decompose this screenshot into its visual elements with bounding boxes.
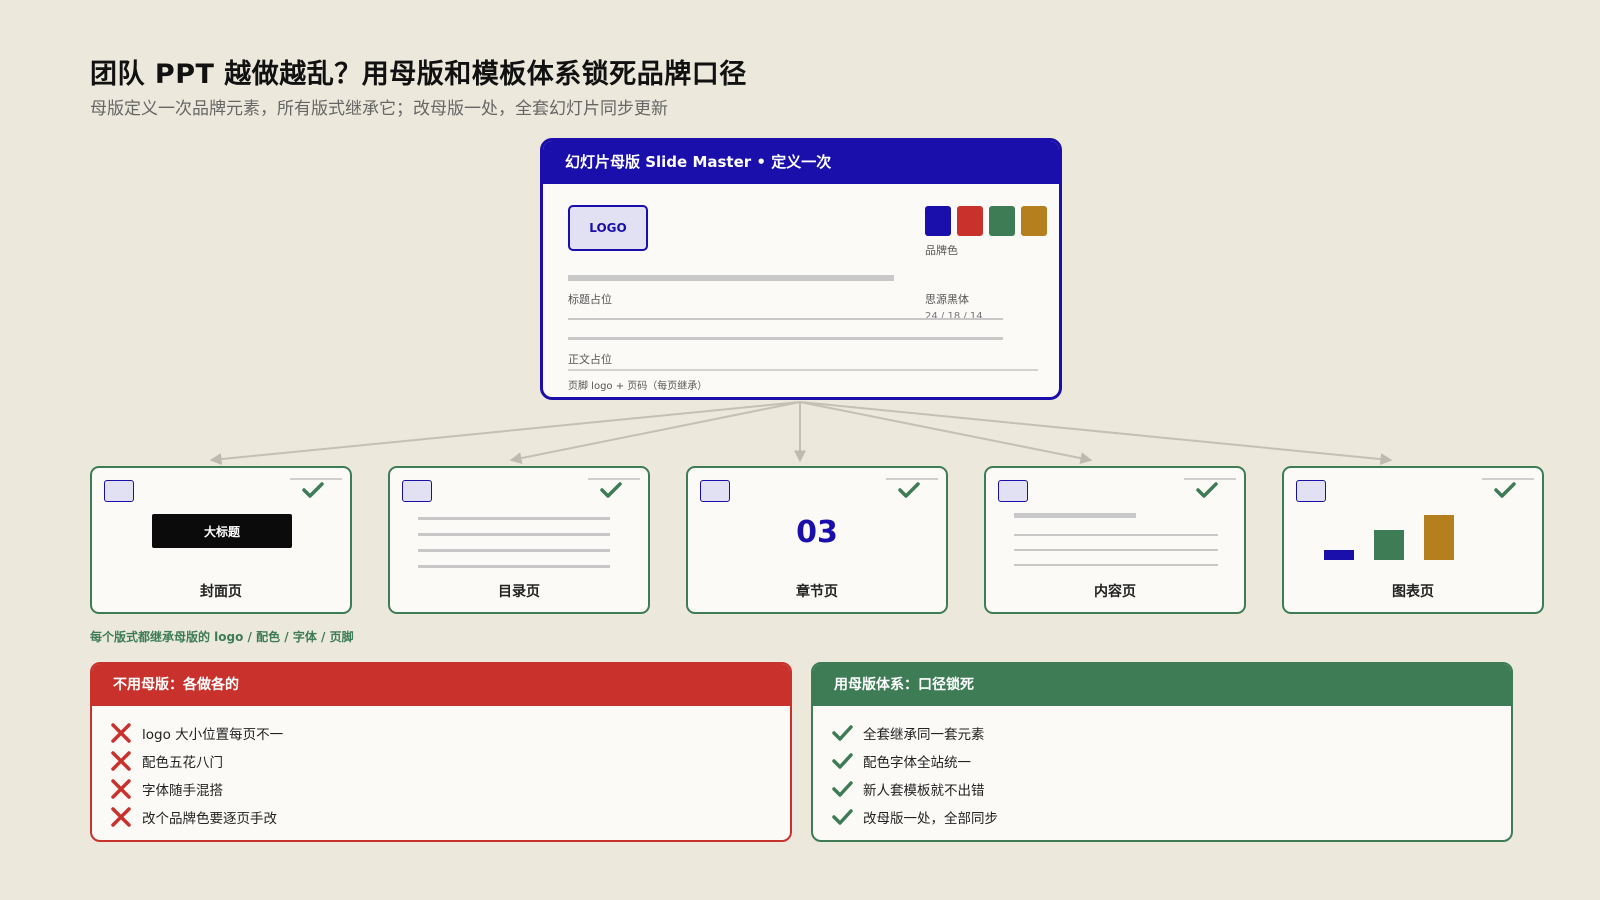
- list-item: 改个品牌色要逐页手改: [110, 804, 277, 830]
- chart-bar-green: [1374, 530, 1404, 560]
- panel-with-master: 用母版体系：口径锁死 全套继承同一套元素 配色字体全站统一 新人套模板就不出错 …: [811, 662, 1513, 842]
- layout-card-toc: 目录页: [388, 466, 650, 614]
- layout-top-line: [588, 478, 640, 480]
- layout-logo: [998, 480, 1028, 502]
- cross-icon: [111, 723, 131, 743]
- toc-line: [418, 565, 610, 568]
- layout-name: 图表页: [1392, 584, 1434, 600]
- check-icon: [1494, 482, 1516, 498]
- chart-bar-gold: [1424, 515, 1454, 560]
- panel-without-master: 不用母版：各做各的 logo 大小位置每页不一 配色五花八门 字体随手混搭 改个…: [90, 662, 792, 842]
- list-item-text: 改母版一处，全部同步: [863, 811, 998, 827]
- layout-top-line: [1184, 478, 1236, 480]
- brand-color-swatch-blue: [925, 206, 951, 236]
- font-name-label: 思源黑体: [925, 293, 969, 306]
- content-line: [1014, 564, 1218, 566]
- check-icon: [600, 482, 622, 498]
- content-line: [1014, 549, 1218, 551]
- layout-top-line: [290, 478, 342, 480]
- list-item: 配色五花八门: [110, 748, 223, 774]
- body-line-1: [568, 318, 1003, 320]
- layout-card-cover: 大标题 封面页: [90, 466, 352, 614]
- font-sizes-label: 24 / 18 / 14: [925, 311, 983, 322]
- check-icon: [832, 753, 853, 769]
- cross-icon: [111, 807, 131, 827]
- cover-title-block: 大标题: [152, 514, 292, 548]
- layout-name: 章节页: [796, 584, 838, 600]
- footer-placeholder-label: 页脚 logo + 页码（每页继承）: [568, 381, 708, 392]
- body-line-2: [568, 337, 1003, 340]
- master-heading: 幻灯片母版 Slide Master • 定义一次: [543, 141, 1059, 184]
- brand-color-swatch-green: [989, 206, 1015, 236]
- brand-colors-label: 品牌色: [925, 244, 958, 257]
- master-logo-placeholder: LOGO: [568, 205, 648, 251]
- connector-cover: [209, 401, 801, 466]
- list-item-text: 配色五花八门: [142, 755, 223, 771]
- layout-top-line: [886, 478, 938, 480]
- layout-name: 内容页: [1094, 584, 1136, 600]
- check-icon: [832, 809, 853, 825]
- layout-logo: [1296, 480, 1326, 502]
- layout-card-content: 内容页: [984, 466, 1246, 614]
- brand-color-swatch-gold: [1021, 206, 1047, 236]
- check-icon: [1196, 482, 1218, 498]
- layout-name: 目录页: [498, 584, 540, 600]
- list-item-text: 字体随手混搭: [142, 783, 223, 799]
- layout-name: 封面页: [200, 584, 242, 600]
- check-icon: [302, 482, 324, 498]
- toc-line: [418, 549, 610, 552]
- list-item: 新人套模板就不出错: [831, 776, 985, 802]
- content-line: [1014, 534, 1218, 536]
- inherit-note: 每个版式都继承母版的 logo / 配色 / 字体 / 页脚: [90, 630, 354, 644]
- title-placeholder-label: 标题占位: [568, 293, 612, 306]
- brand-color-swatch-red: [957, 206, 983, 236]
- slide-master-card: 幻灯片母版 Slide Master • 定义一次 LOGO 品牌色 标题占位 …: [540, 138, 1062, 400]
- footer-divider: [568, 369, 1038, 371]
- list-item-text: 改个品牌色要逐页手改: [142, 811, 277, 827]
- list-item: 改母版一处，全部同步: [831, 804, 998, 830]
- chart-bar-blue: [1324, 550, 1354, 560]
- title-placeholder-bar: [568, 275, 894, 281]
- cross-icon: [111, 751, 131, 771]
- cross-icon: [111, 779, 131, 799]
- list-item: 全套继承同一套元素: [831, 720, 985, 746]
- toc-line: [418, 517, 610, 520]
- list-item: 配色字体全站统一: [831, 748, 971, 774]
- check-icon: [832, 781, 853, 797]
- connector-content: [799, 401, 1093, 465]
- layout-logo: [700, 480, 730, 502]
- connector-chart: [799, 401, 1393, 466]
- layout-top-line: [1482, 478, 1534, 480]
- list-item-text: 新人套模板就不出错: [863, 783, 985, 799]
- check-icon: [832, 725, 853, 741]
- section-number: 03: [796, 515, 838, 550]
- panel-heading: 用母版体系：口径锁死: [813, 664, 1511, 706]
- layout-logo: [104, 480, 134, 502]
- list-item: logo 大小位置每页不一: [110, 720, 283, 746]
- layout-card-chart: 图表页: [1282, 466, 1544, 614]
- panel-heading: 不用母版：各做各的: [92, 664, 790, 706]
- list-item: 字体随手混搭: [110, 776, 223, 802]
- list-item-text: 配色字体全站统一: [863, 755, 971, 771]
- toc-line: [418, 533, 610, 536]
- layout-card-section: 03 章节页: [686, 466, 948, 614]
- check-icon: [898, 482, 920, 498]
- connector-toc: [509, 401, 801, 464]
- list-item-text: logo 大小位置每页不一: [142, 727, 284, 743]
- body-placeholder-label: 正文占位: [568, 353, 612, 366]
- list-item-text: 全套继承同一套元素: [863, 727, 985, 743]
- layout-logo: [402, 480, 432, 502]
- content-heading-line: [1014, 513, 1136, 518]
